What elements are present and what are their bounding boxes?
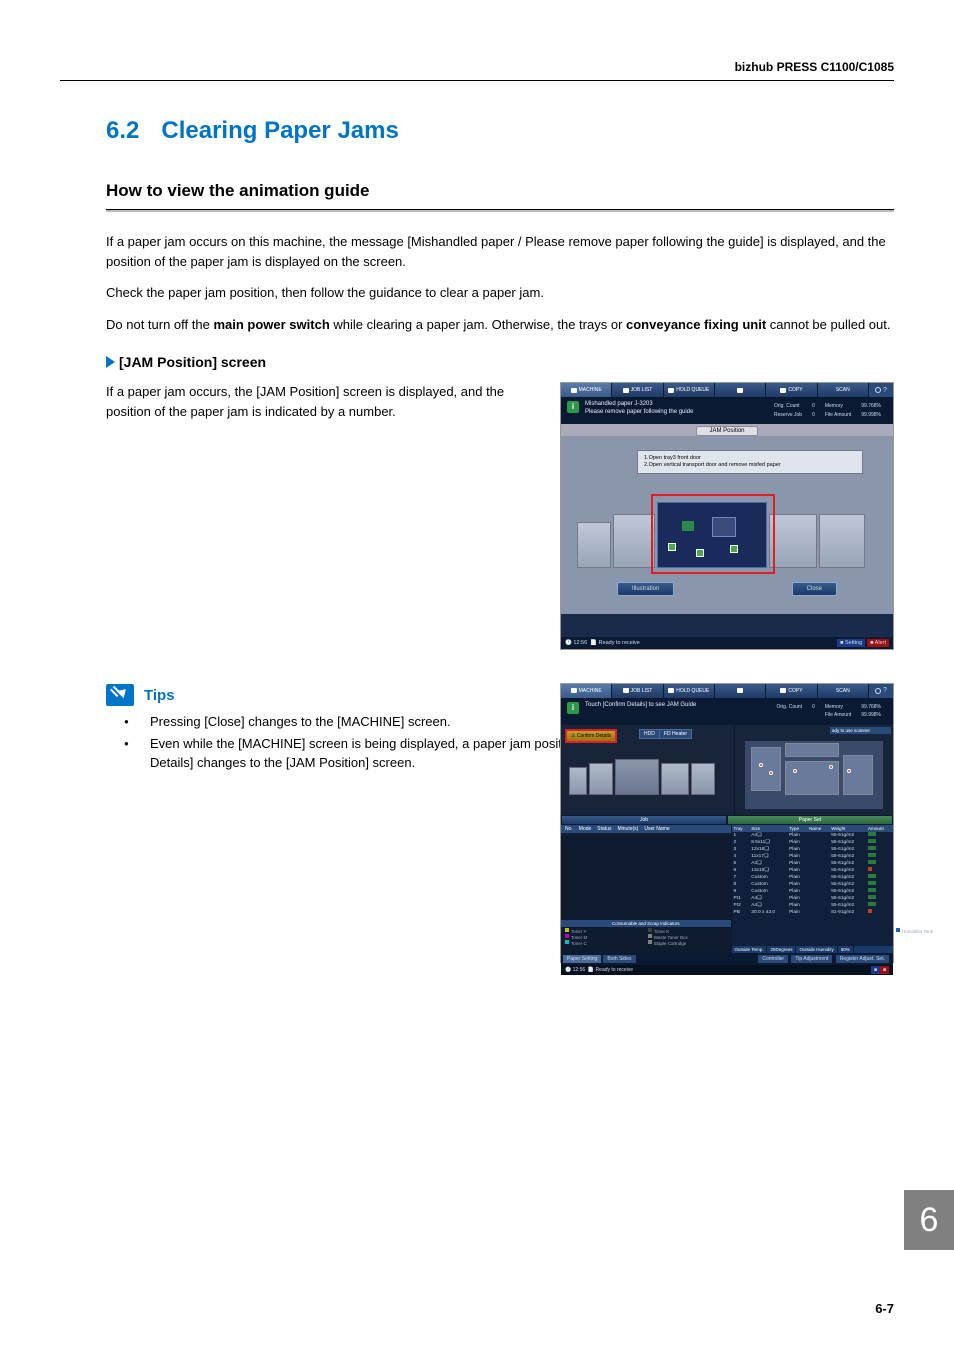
illustration-button: Illustration — [617, 582, 674, 596]
subsub-text: If a paper jam occurs, the [JAM Position… — [106, 382, 542, 650]
page-number: 6-7 — [875, 1301, 894, 1316]
subsection-title: How to view the animation guide — [106, 181, 894, 201]
job-list-pane: No. Mode Status Minute(s) User Name Cons… — [561, 825, 731, 953]
subsection-rule — [106, 209, 894, 212]
tab-hold: HOLD QUEUE — [664, 383, 715, 397]
consumables-list: Toner YToner MToner CToner KWaste Toner … — [561, 927, 731, 953]
triangle-icon — [106, 356, 115, 368]
section-title-text: Clearing Paper Jams — [161, 117, 398, 144]
close-button: Close — [792, 582, 837, 596]
section-title: 6.2 Clearing Paper Jams — [106, 117, 894, 145]
body-text: If a paper jam occurs on this machine, t… — [106, 232, 894, 334]
tips-icon — [106, 684, 134, 706]
jam-message: Mishandled paper J-3203 Please remove pa… — [585, 401, 762, 417]
machine-left-pane: ⚠ Confirm Details HDD FD Heater — [561, 725, 734, 815]
panel-title: JAM Position — [561, 424, 893, 436]
info-icon: i — [567, 401, 579, 413]
machine-message: Touch [Confirm Details] to see JAM Guide — [585, 702, 764, 710]
jam-diagram-area: 1.Open tray3 front door 2.Open vertical … — [561, 436, 893, 614]
tab-machine: MACHINE — [561, 383, 612, 397]
message-bar: i Mishandled paper J-3203 Please remove … — [561, 397, 893, 424]
tab-blank — [715, 383, 766, 397]
jam-position-screenshot: MACHINE JOB LIST HOLD QUEUE COPY SCAN ? … — [560, 382, 894, 650]
machine-right-pane: ady to use scanner — [734, 725, 893, 815]
screen-tabs: MACHINE JOB LIST HOLD QUEUE COPY SCAN ? — [561, 383, 893, 397]
screen2-tabs: MACHINE JOB LIST HOLD QUEUE COPY SCAN ? — [561, 684, 893, 698]
tab-copy: COPY — [766, 383, 817, 397]
header-rule — [60, 80, 894, 81]
para-3: Do not turn off the main power switch wh… — [106, 315, 894, 335]
header-product: bizhub PRESS C1100/C1085 — [60, 60, 894, 80]
machine-screenshot: MACHINE JOB LIST HOLD QUEUE COPY SCAN ? … — [560, 683, 894, 963]
chapter-tab: 6 — [904, 1190, 954, 1250]
tab-scan: SCAN — [818, 383, 869, 397]
confirm-details-button: ⚠ Confirm Details — [565, 729, 617, 743]
tab-joblist: JOB LIST — [612, 383, 663, 397]
screen-footer: 🕐 12:56 📄 Ready to receive ■ Setting■ Al… — [561, 637, 893, 649]
jam-highlight-box — [651, 494, 775, 574]
subsub-heading: [JAM Position] screen — [106, 354, 894, 372]
subsub-label: [JAM Position] screen — [119, 354, 266, 370]
tab-settings-icon: ? — [869, 383, 893, 397]
para-2: Check the paper jam position, then follo… — [106, 283, 894, 303]
paper-tray-pane: Tray Size Type Name Weight Amount 1A4❏Pl… — [731, 825, 893, 953]
machine-foot-buttons: Paper SettingBoth Sides Controller Tip A… — [561, 953, 893, 965]
jam-instructions: 1.Open tray3 front door 2.Open vertical … — [637, 450, 863, 474]
machine-diagram — [577, 488, 883, 578]
para-1: If a paper jam occurs on this machine, t… — [106, 232, 894, 271]
counter-stats: Orig. Count0Memory99.768% Reserve Job0Fi… — [768, 401, 887, 420]
section-number: 6.2 — [106, 117, 139, 144]
